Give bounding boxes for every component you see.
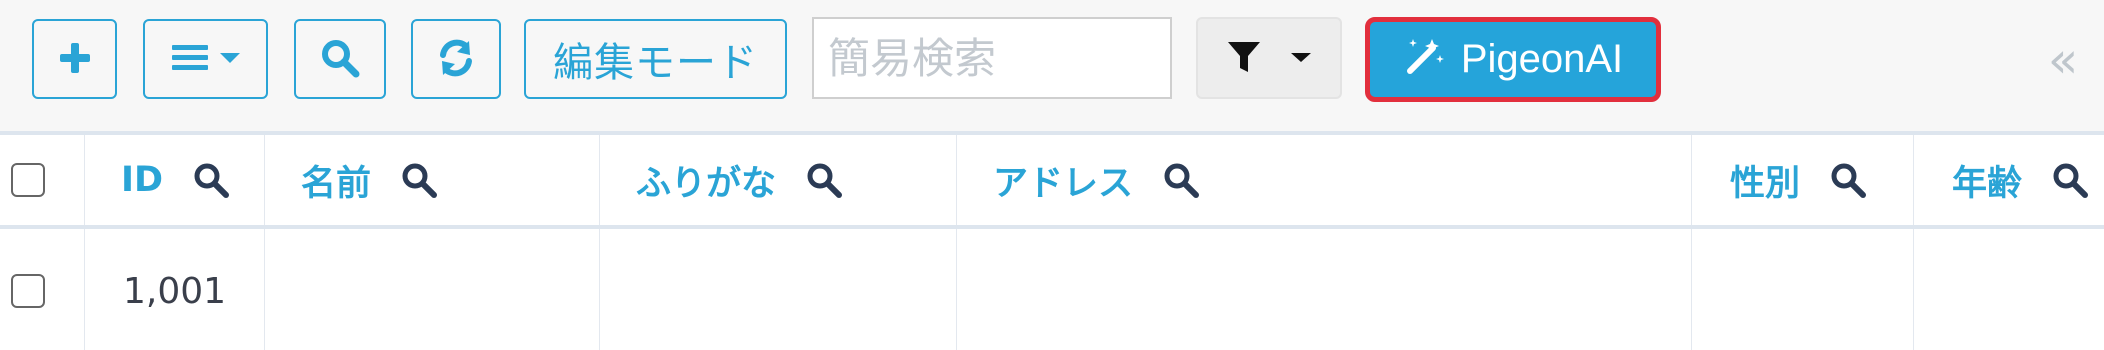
row-checkbox[interactable] <box>11 274 45 308</box>
table-header-row: ID 名前 ふりがな アドレス 性別 年齢 <box>0 135 2104 229</box>
search-icon[interactable] <box>399 160 439 200</box>
column-title-address: アドレス <box>993 163 1134 204</box>
search-icon[interactable] <box>1828 160 1868 200</box>
row-select-cell <box>0 229 85 350</box>
search-icon[interactable] <box>2050 160 2090 200</box>
search-icon <box>319 37 361 82</box>
filter-button[interactable] <box>1196 17 1342 99</box>
pigeonai-label: PigeonAI <box>1460 37 1624 81</box>
select-all-cell <box>0 135 85 225</box>
chevron-down-icon <box>1289 49 1313 68</box>
column-header-gender[interactable]: 性別 <box>1692 135 1914 225</box>
id-cell[interactable]: 1,001 <box>85 229 265 350</box>
edit-mode-button[interactable]: 編集モード <box>524 19 787 99</box>
column-title-furigana: ふりがな <box>636 163 777 204</box>
double-chevron-left-icon[interactable]: « <box>2039 30 2087 90</box>
column-header-address[interactable]: アドレス <box>957 135 1692 225</box>
column-title-name: 名前 <box>301 163 372 204</box>
column-title-gender: 性別 <box>1730 163 1801 204</box>
select-all-checkbox[interactable] <box>11 163 45 197</box>
age-cell[interactable] <box>1914 229 2104 350</box>
table-row[interactable]: 1,001 <box>0 229 2104 350</box>
name-cell[interactable] <box>265 229 600 350</box>
column-title-age: 年齢 <box>1952 163 2023 204</box>
search-icon[interactable] <box>191 160 231 200</box>
refresh-icon <box>435 37 477 82</box>
furigana-cell[interactable] <box>600 229 957 350</box>
refresh-button[interactable] <box>411 19 501 99</box>
column-header-name[interactable]: 名前 <box>265 135 600 225</box>
toolbar: 編集モード Pig <box>0 0 2104 132</box>
quick-search-input[interactable] <box>812 17 1172 99</box>
column-header-furigana[interactable]: ふりがな <box>600 135 957 225</box>
id-value: 1,001 <box>123 270 227 312</box>
records-table: ID 名前 ふりがな アドレス 性別 年齢 1,001 <box>0 131 2104 350</box>
gender-cell[interactable] <box>1692 229 1914 350</box>
pigeonai-button[interactable]: PigeonAI <box>1365 17 1661 102</box>
search-button[interactable] <box>294 19 386 99</box>
menu-button[interactable] <box>143 19 268 99</box>
search-icon[interactable] <box>804 160 844 200</box>
column-title-id: ID <box>121 160 164 200</box>
magic-wand-icon <box>1403 33 1447 87</box>
page: 編集モード Pig <box>0 0 2104 350</box>
column-header-id[interactable]: ID <box>85 135 265 225</box>
address-cell[interactable] <box>957 229 1692 350</box>
filter-icon <box>1225 38 1263 79</box>
search-icon[interactable] <box>1161 160 1201 200</box>
plus-icon <box>58 41 92 78</box>
add-button[interactable] <box>32 19 117 99</box>
menu-icon <box>168 41 244 78</box>
column-header-age[interactable]: 年齢 <box>1914 135 2104 225</box>
